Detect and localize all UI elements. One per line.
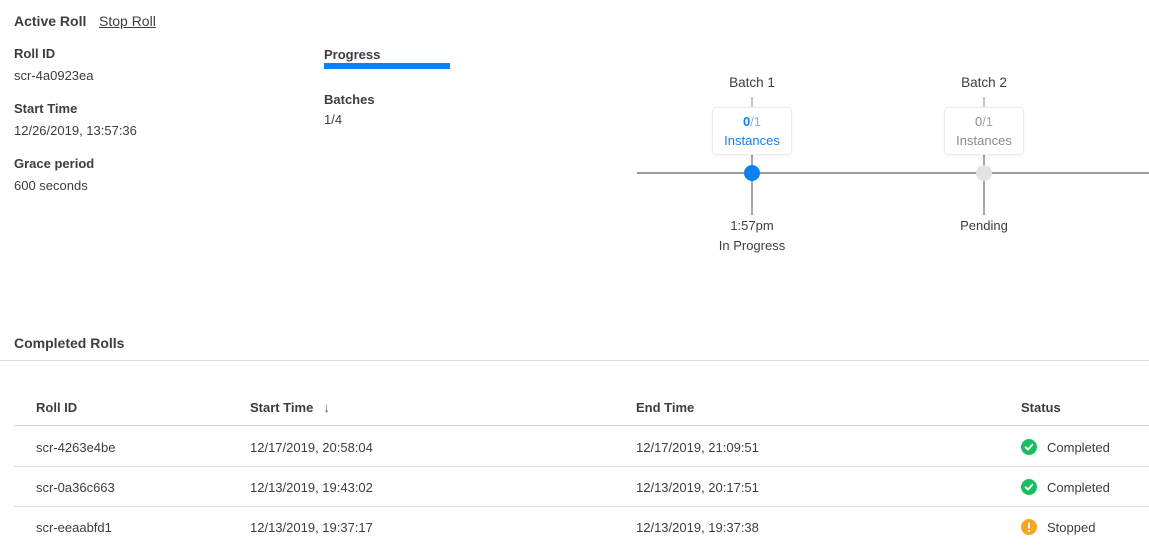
grace-period-field: Grace period 600 seconds (14, 156, 294, 193)
row-roll-id: scr-0a36c663 (36, 480, 115, 495)
row-roll-id: scr-4263e4be (36, 440, 116, 455)
grace-period-label: Grace period (14, 156, 294, 171)
batch-2-stem (983, 154, 985, 215)
batches-value: 1/4 (324, 112, 342, 127)
rollouts-page: Active Roll Stop Roll Roll ID scr-4a0923… (0, 0, 1149, 545)
row-status-label: Stopped (1047, 520, 1095, 535)
sort-descending-icon[interactable]: ↓ (323, 400, 330, 415)
batch-1-instances-box[interactable]: 0/1 Instances (712, 107, 792, 155)
col-header-start-time-label: Start Time (250, 400, 313, 415)
completed-rolls-title: Completed Rolls (14, 335, 124, 351)
batch-1-status: In Progress (672, 238, 832, 253)
batch-2-time: Pending (904, 218, 1064, 233)
roll-id-value: scr-4a0923ea (14, 68, 294, 83)
row-end-time: 12/13/2019, 19:37:38 (636, 520, 759, 535)
completed-check-icon (1021, 439, 1037, 455)
completed-rolls-table-header: Roll ID Start Time ↓ End Time Status (14, 392, 1149, 426)
batch-2-marker-dot (976, 165, 992, 181)
batch-1-stem (751, 154, 753, 215)
completed-check-icon (1021, 479, 1037, 495)
section-divider (0, 360, 1149, 361)
batch-1-tick (751, 97, 753, 107)
progress-label: Progress (324, 47, 380, 62)
row-status-label: Completed (1047, 440, 1110, 455)
row-status: Completed (1021, 439, 1110, 455)
batch-2-tick (983, 97, 985, 107)
batch-2-instances-label: Instances (956, 131, 1012, 150)
start-time-value: 12/26/2019, 13:57:36 (14, 123, 294, 138)
col-header-end-time[interactable]: End Time (636, 400, 694, 415)
row-end-time: 12/13/2019, 20:17:51 (636, 480, 759, 495)
roll-id-label: Roll ID (14, 46, 294, 61)
row-status-label: Completed (1047, 480, 1110, 495)
batches-label: Batches (324, 92, 375, 107)
batch-1-time: 1:57pm (672, 218, 832, 233)
batch-1-instance-count: 0/1 (743, 112, 761, 131)
roll-id-field: Roll ID scr-4a0923ea (14, 46, 294, 83)
col-header-start-time[interactable]: Start Time ↓ (250, 400, 330, 415)
row-start-time: 12/13/2019, 19:37:17 (250, 520, 373, 535)
batch-1-group: Batch 1 0/1 Instances 1:57pm In Progress (672, 70, 832, 265)
row-roll-id: scr-eeaabfd1 (36, 520, 112, 535)
start-time-label: Start Time (14, 101, 294, 116)
row-start-time: 12/13/2019, 19:43:02 (250, 480, 373, 495)
active-roll-title: Active Roll (14, 13, 86, 29)
completed-roll-row: scr-4263e4be 12/17/2019, 20:58:04 12/17/… (14, 427, 1149, 467)
row-end-time: 12/17/2019, 21:09:51 (636, 440, 759, 455)
batch-1-instances-label: Instances (724, 131, 780, 150)
stop-roll-link[interactable]: Stop Roll (99, 13, 156, 29)
batch-2-group: Batch 2 0/1 Instances Pending (904, 70, 1064, 265)
row-status: Completed (1021, 479, 1110, 495)
batch-1-name: Batch 1 (672, 75, 832, 90)
batch-2-instance-count: 0/1 (975, 112, 993, 131)
completed-roll-row: scr-0a36c663 12/13/2019, 19:43:02 12/13/… (14, 467, 1149, 507)
completed-roll-row: scr-eeaabfd1 12/13/2019, 19:37:17 12/13/… (14, 507, 1149, 545)
batch-2-name: Batch 2 (904, 75, 1064, 90)
progress-bar-fill (324, 63, 450, 69)
progress-bar (324, 63, 450, 69)
grace-period-value: 600 seconds (14, 178, 294, 193)
batch-1-marker-dot (744, 165, 760, 181)
stopped-warning-icon (1021, 519, 1037, 535)
batch-2-instances-box: 0/1 Instances (944, 107, 1024, 155)
row-start-time: 12/17/2019, 20:58:04 (250, 440, 373, 455)
start-time-field: Start Time 12/26/2019, 13:57:36 (14, 101, 294, 138)
col-header-status[interactable]: Status (1021, 400, 1061, 415)
row-status: Stopped (1021, 519, 1095, 535)
col-header-roll-id[interactable]: Roll ID (36, 400, 77, 415)
